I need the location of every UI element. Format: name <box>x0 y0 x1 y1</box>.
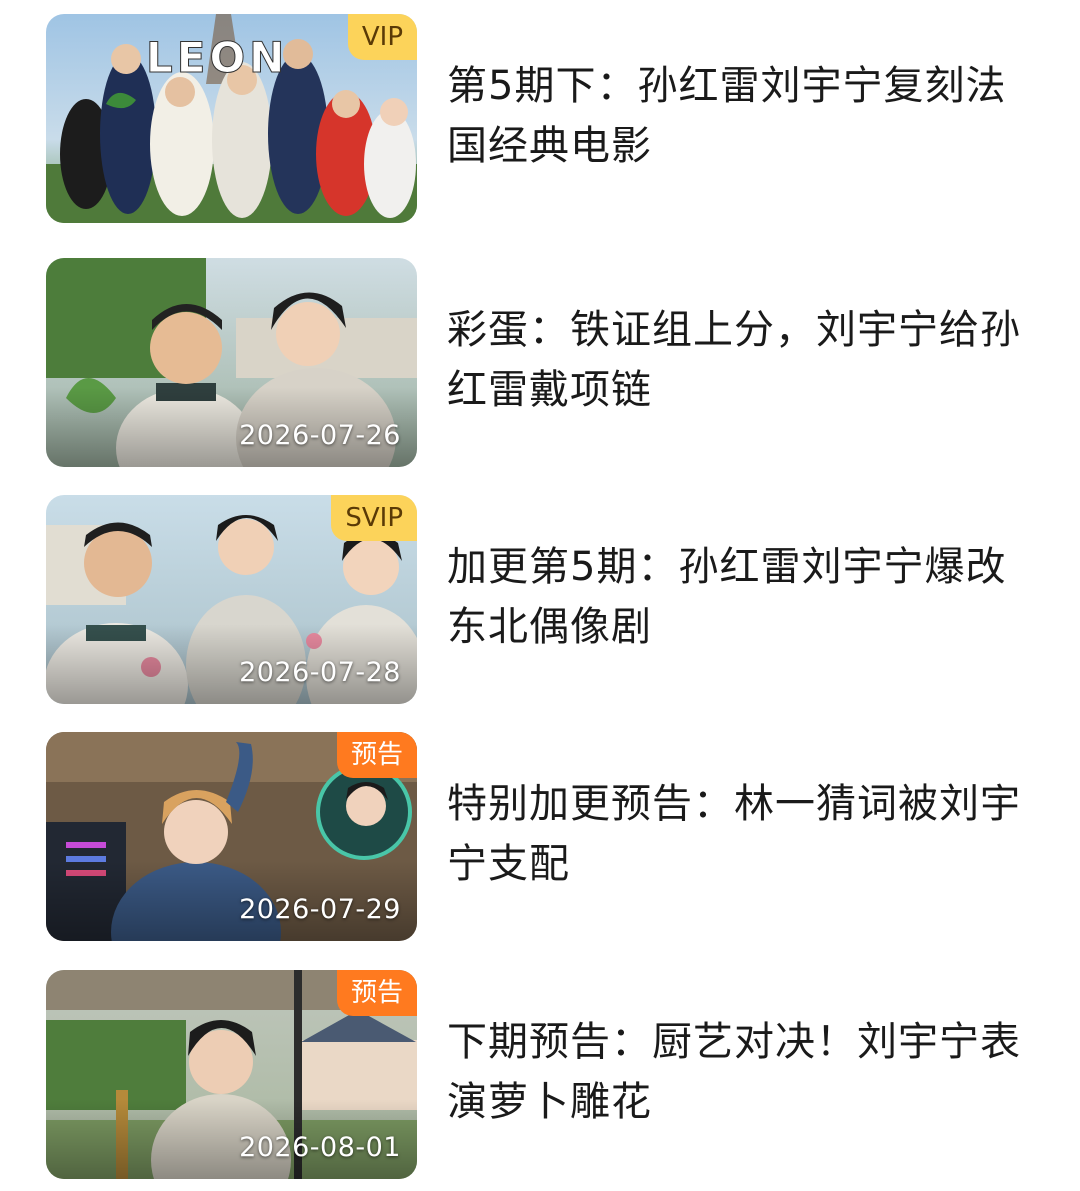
video-thumbnail[interactable]: 预告 2026-07-29 <box>46 732 417 941</box>
video-thumbnail[interactable]: 2026-07-26 <box>46 258 417 467</box>
video-date: 2026-07-26 <box>239 420 401 451</box>
vip-badge: VIP <box>347 14 417 60</box>
video-title[interactable]: 加更第5期：孙红雷刘宇宁爆改东北偶像剧 <box>447 537 1037 657</box>
svip-badge: SVIP <box>331 495 417 541</box>
video-item[interactable]: 预告 2026-08-01 下期预告：厨艺对决！刘宇宁表演萝卜雕花 <box>46 970 1046 1179</box>
video-date: 2026-07-29 <box>239 894 401 925</box>
trailer-badge: 预告 <box>336 732 417 778</box>
video-date: 2026-07-28 <box>239 657 401 688</box>
video-thumbnail[interactable]: 预告 2026-08-01 <box>46 970 417 1179</box>
video-date: 2026-08-01 <box>239 1132 401 1163</box>
video-list: LEON VIP 第5期下：孙红雷刘宇宁复刻法国经典电影 2026-07-26 … <box>0 0 1080 1191</box>
video-item[interactable]: SVIP 2026-07-28 加更第5期：孙红雷刘宇宁爆改东北偶像剧 <box>46 495 1046 704</box>
video-item[interactable]: 预告 2026-07-29 特别加更预告：林一猜词被刘宇宁支配 <box>46 732 1046 941</box>
video-item[interactable]: LEON VIP 第5期下：孙红雷刘宇宁复刻法国经典电影 <box>46 14 1046 223</box>
video-title[interactable]: 第5期下：孙红雷刘宇宁复刻法国经典电影 <box>447 56 1037 176</box>
video-title[interactable]: 下期预告：厨艺对决！刘宇宁表演萝卜雕花 <box>447 1012 1037 1132</box>
video-title[interactable]: 彩蛋：铁证组上分，刘宇宁给孙红雷戴项链 <box>447 300 1037 420</box>
video-thumbnail[interactable]: SVIP 2026-07-28 <box>46 495 417 704</box>
video-item[interactable]: 2026-07-26 彩蛋：铁证组上分，刘宇宁给孙红雷戴项链 <box>46 258 1046 467</box>
trailer-badge: 预告 <box>336 970 417 1016</box>
video-thumbnail[interactable]: LEON VIP <box>46 14 417 223</box>
video-title[interactable]: 特别加更预告：林一猜词被刘宇宁支配 <box>447 774 1037 894</box>
thumbnail-logo-text: LEON <box>146 33 288 82</box>
